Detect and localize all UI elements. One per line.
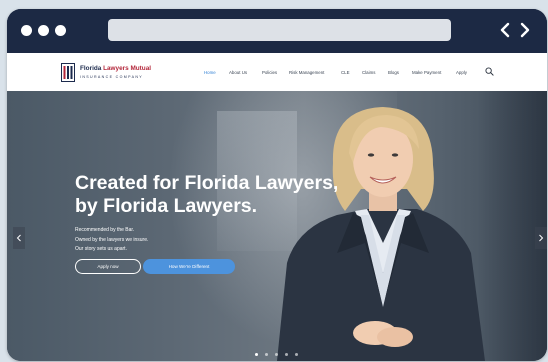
nav-item-home[interactable]: Home xyxy=(204,70,216,75)
hero-banner: Created for Florida Lawyers, by Florida … xyxy=(7,91,547,361)
window-dot-icon[interactable] xyxy=(38,25,49,36)
carousel-dot[interactable] xyxy=(285,353,288,356)
search-icon[interactable] xyxy=(485,67,494,76)
logo-name-accent: Lawyers Mutual xyxy=(103,65,152,72)
nav-item-risk-management[interactable]: Risk Management xyxy=(289,70,324,75)
company-logo-icon[interactable] xyxy=(61,63,75,82)
logo-subtitle: INSURANCE COMPANY xyxy=(80,75,144,79)
hero-subtext-line: Recommended by the Bar. xyxy=(75,227,135,233)
nav-item-blogs[interactable]: Blogs xyxy=(388,70,399,75)
hero-subtext: Recommended by the Bar. Owned by the law… xyxy=(75,226,148,255)
nav-item-make-payment[interactable]: Make Payment xyxy=(412,70,441,75)
carousel-dot[interactable] xyxy=(265,353,268,356)
carousel-dot[interactable] xyxy=(275,353,278,356)
logo-name-primary: Florida xyxy=(80,65,102,72)
hero-headline-line: Created for Florida Lawyers, xyxy=(75,172,339,194)
nav-item-cle[interactable]: CLE xyxy=(341,70,350,75)
chevron-right-icon xyxy=(539,234,544,242)
logo-title[interactable]: Florida Lawyers Mutual xyxy=(80,65,151,72)
chevron-right-icon[interactable] xyxy=(517,19,533,41)
address-bar[interactable] xyxy=(108,19,451,41)
carousel-dot[interactable] xyxy=(255,353,258,356)
carousel-next-button[interactable] xyxy=(535,227,547,249)
chevron-left-icon xyxy=(16,234,21,242)
nav-item-apply[interactable]: Apply xyxy=(456,70,467,75)
hero-subtext-line: Our story sets us apart. xyxy=(75,246,127,252)
nav-item-about-us[interactable]: About Us xyxy=(229,70,247,75)
how-were-different-button[interactable]: How We're Different xyxy=(143,259,235,274)
site-header: Florida Lawyers Mutual INSURANCE COMPANY… xyxy=(7,53,547,91)
web-page: Florida Lawyers Mutual INSURANCE COMPANY… xyxy=(7,53,547,361)
hero-headline-line: by Florida Lawyers. xyxy=(75,195,258,217)
hero-photo-woman xyxy=(277,107,485,361)
nav-item-policies[interactable]: Policies xyxy=(262,70,277,75)
hero-subtext-line: Owned by the lawyers we insure. xyxy=(75,236,149,243)
hero-headline: Created for Florida Lawyers, by Florida … xyxy=(75,172,345,218)
apply-now-button[interactable]: Apply now xyxy=(75,259,141,274)
window-dot-icon[interactable] xyxy=(21,25,32,36)
carousel-prev-button[interactable] xyxy=(13,227,25,249)
carousel-dot[interactable] xyxy=(295,353,298,356)
chevron-left-icon[interactable] xyxy=(497,19,513,41)
carousel-dots xyxy=(255,353,298,356)
browser-frame: Florida Lawyers Mutual INSURANCE COMPANY… xyxy=(7,9,547,361)
browser-chrome xyxy=(7,9,547,53)
window-dot-icon[interactable] xyxy=(55,25,66,36)
nav-item-claims[interactable]: Claims xyxy=(362,70,375,75)
